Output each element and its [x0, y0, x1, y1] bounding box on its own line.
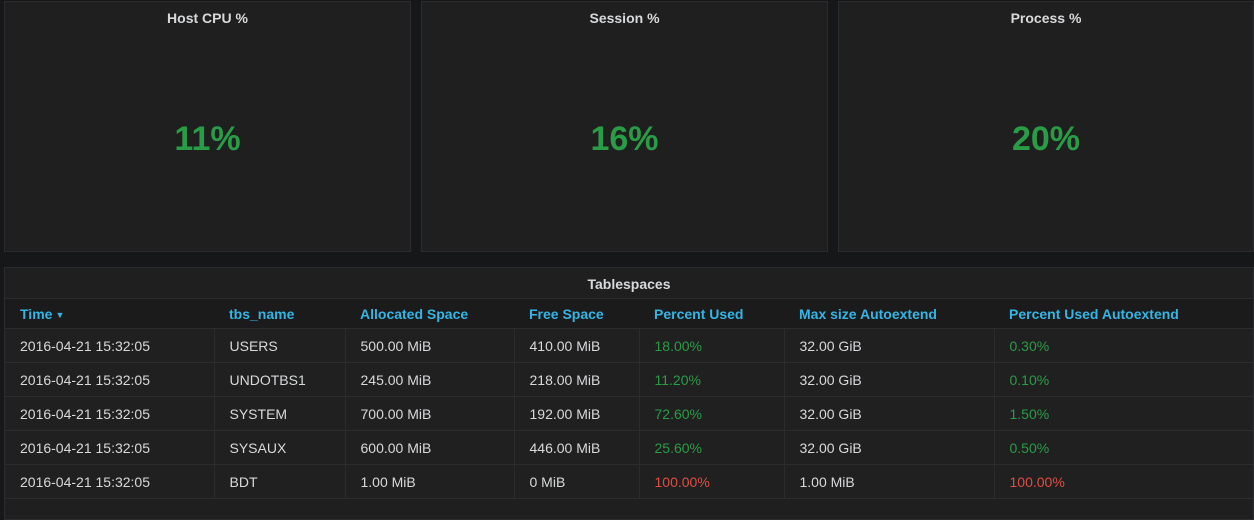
cell-percent-used-autoextend: 0.10% [993, 362, 1253, 397]
cell-allocated-space: 245.00 MiB [344, 362, 514, 397]
panel-title[interactable]: Tablespaces [5, 276, 1253, 292]
column-header-percent-used[interactable]: Percent Used [639, 298, 784, 329]
cell-allocated-space: 700.00 MiB [344, 396, 514, 431]
cell-free-space: 192.00 MiB [513, 396, 639, 431]
cell-time: 2016-04-21 15:32:05 [5, 328, 214, 363]
cell-percent-used: 11.20% [638, 362, 784, 397]
cell-tbs-name: UNDOTBS1 [213, 362, 345, 397]
table-row: 2016-04-21 15:32:05 USERS 500.00 MiB 410… [5, 328, 1253, 363]
cell-allocated-space: 600.00 MiB [344, 430, 514, 465]
cell-tbs-name: BDT [213, 464, 345, 499]
stat-value: 20% [1011, 120, 1081, 158]
cell-max-size-autoextend: 32.00 GiB [783, 362, 994, 397]
cell-free-space: 0 MiB [513, 464, 639, 499]
tablespaces-table: Time ▼ tbs_name Allocated Space Free Spac… [5, 298, 1253, 499]
column-header-percent-used-autoextend[interactable]: Percent Used Autoextend [994, 298, 1253, 329]
cell-max-size-autoextend: 32.00 GiB [783, 396, 994, 431]
cell-time: 2016-04-21 15:32:05 [5, 430, 214, 465]
column-header-max-size-autoextend[interactable]: Max size Autoextend [784, 298, 994, 329]
cell-percent-used-autoextend: 100.00% [993, 464, 1253, 499]
stat-value: 11% [174, 120, 241, 158]
column-header-tbs-name[interactable]: tbs_name [214, 298, 345, 329]
panel-title[interactable]: Host CPU % [5, 10, 410, 26]
cell-percent-used-autoextend: 0.30% [993, 328, 1253, 363]
table-row: 2016-04-21 15:32:05 BDT 1.00 MiB 0 MiB 1… [5, 464, 1253, 499]
cell-allocated-space: 1.00 MiB [344, 464, 514, 499]
cell-percent-used: 25.60% [638, 430, 784, 465]
cell-time: 2016-04-21 15:32:05 [5, 362, 214, 397]
panel-title[interactable]: Process % [839, 10, 1253, 26]
cell-percent-used: 18.00% [638, 328, 784, 363]
column-header-allocated-space[interactable]: Allocated Space [345, 298, 514, 329]
stat-value: 16% [590, 120, 659, 158]
cell-tbs-name: SYSTEM [213, 396, 345, 431]
cell-free-space: 446.00 MiB [513, 430, 639, 465]
cell-max-size-autoextend: 1.00 MiB [783, 464, 994, 499]
cell-time: 2016-04-21 15:32:05 [5, 464, 214, 499]
cell-tbs-name: SYSAUX [213, 430, 345, 465]
cell-percent-used-autoextend: 0.50% [993, 430, 1253, 465]
cell-percent-used: 72.60% [638, 396, 784, 431]
cell-max-size-autoextend: 32.00 GiB [783, 328, 994, 363]
cell-max-size-autoextend: 32.00 GiB [783, 430, 994, 465]
cell-percent-used: 100.00% [638, 464, 784, 499]
table-row: 2016-04-21 15:32:05 UNDOTBS1 245.00 MiB … [5, 362, 1253, 397]
cell-free-space: 410.00 MiB [513, 328, 639, 363]
tablespaces-panel: Tablespaces Time ▼ tbs_name Allocated Spa… [4, 267, 1254, 520]
stat-panel-host-cpu[interactable]: Host CPU % 11% [4, 1, 411, 252]
stat-panel-process[interactable]: Process % 20% [838, 1, 1254, 252]
sort-desc-icon: ▼ [55, 309, 65, 320]
column-header-free-space[interactable]: Free Space [514, 298, 639, 329]
column-header-time[interactable]: Time ▼ [5, 298, 214, 329]
cell-tbs-name: USERS [213, 328, 345, 363]
table-row: 2016-04-21 15:32:05 SYSAUX 600.00 MiB 44… [5, 430, 1253, 465]
panel-title[interactable]: Session % [422, 10, 827, 26]
cell-free-space: 218.00 MiB [513, 362, 639, 397]
cell-allocated-space: 500.00 MiB [344, 328, 514, 363]
cell-time: 2016-04-21 15:32:05 [5, 396, 214, 431]
table-header-row: Time ▼ tbs_name Allocated Space Free Spac… [5, 298, 1253, 329]
cell-percent-used-autoextend: 1.50% [993, 396, 1253, 431]
stat-panel-session[interactable]: Session % 16% [421, 1, 828, 252]
table-row: 2016-04-21 15:32:05 SYSTEM 700.00 MiB 19… [5, 396, 1253, 431]
